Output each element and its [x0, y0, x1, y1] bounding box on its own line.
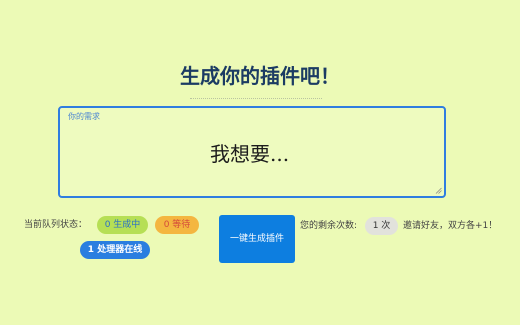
- generating-count-badge: 0 生成中: [97, 216, 148, 234]
- waiting-count-badge: 0 等待: [155, 216, 199, 234]
- generate-plugin-button[interactable]: 一键生成插件: [219, 215, 295, 263]
- remaining-count-label: 您的剩余次数:: [300, 221, 358, 231]
- title-divider: [190, 98, 322, 99]
- request-label: 你的需求: [68, 112, 100, 121]
- queue-status-label: 当前队列状态：: [24, 220, 88, 230]
- workers-online-badge: 1 处理器在线: [80, 241, 150, 259]
- invite-friends-text: 邀请好友，双方各+1！: [403, 221, 498, 231]
- resize-handle-icon[interactable]: [435, 187, 442, 194]
- remaining-count-badge: 1 次: [365, 217, 398, 235]
- request-placeholder: 我想要...: [210, 142, 290, 166]
- page-title: 生成你的插件吧！: [180, 64, 340, 88]
- request-textarea[interactable]: 你的需求 我想要...: [58, 106, 446, 198]
